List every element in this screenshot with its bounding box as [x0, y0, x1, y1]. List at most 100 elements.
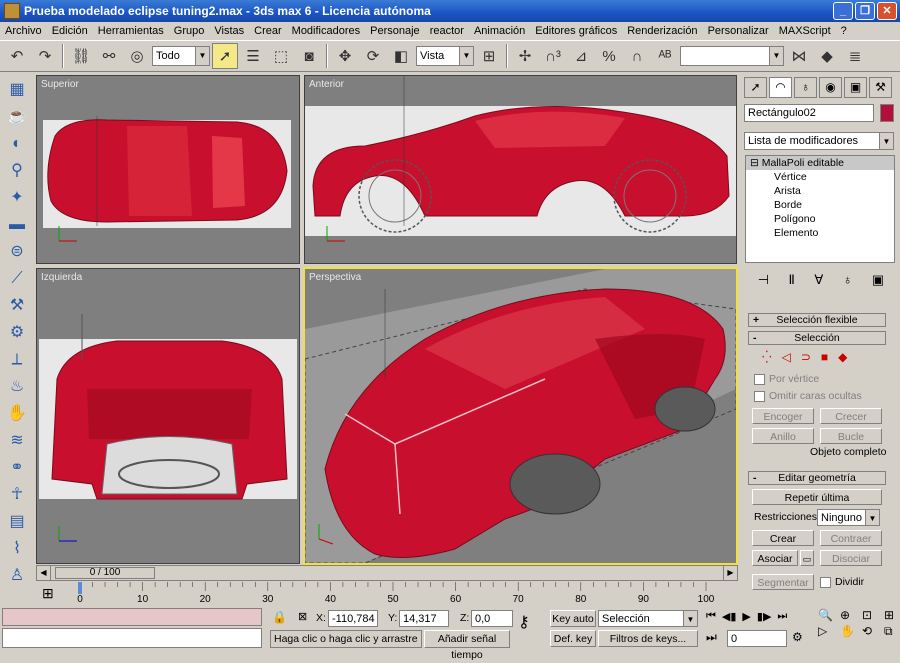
pivot-center-icon[interactable]: ⊞ — [476, 43, 502, 69]
track-bar[interactable]: 0 10 20 30 40 50 60 70 80 90 100 — [36, 582, 738, 605]
stack-subobject-edge[interactable]: Arista — [746, 184, 894, 198]
spinner-snap-icon[interactable]: ∩ — [624, 43, 650, 69]
restore-button[interactable]: ❐ — [855, 2, 875, 20]
rollout-selection[interactable]: - Selección — [748, 331, 886, 345]
attach-button[interactable]: Asociar — [752, 550, 798, 566]
z-coordinate-field[interactable]: 0,0 — [471, 610, 513, 627]
select-object-icon[interactable]: ➚ — [212, 43, 238, 69]
add-time-tag-button[interactable]: Añadir señal tiempo — [424, 630, 510, 661]
absolute-mode-icon[interactable]: ⊠ — [298, 610, 307, 623]
bone-icon[interactable]: ⟋ — [4, 267, 30, 291]
ignore-backfacing-checkbox[interactable]: Omitir caras ocultas — [754, 390, 862, 402]
helper-icon[interactable]: ⚒ — [4, 294, 30, 318]
time-slider[interactable]: ◀ 0 / 100 ▶ — [36, 565, 738, 581]
chevron-right-icon[interactable]: ▶ — [723, 566, 737, 580]
modifier-list-dropdown[interactable]: Lista de modificadores ▼ — [744, 132, 894, 150]
angle-snap-icon[interactable]: ⊿ — [568, 43, 594, 69]
maxscript-input-field[interactable] — [2, 628, 262, 648]
set-key-button[interactable]: Def. key — [550, 630, 596, 647]
show-end-result-icon[interactable]: Ⅱ — [789, 272, 795, 288]
create-tab-icon[interactable]: ➚ — [744, 77, 767, 98]
menu-herramientas[interactable]: Herramientas — [93, 22, 169, 40]
go-to-end-icon[interactable]: ⏭ — [777, 610, 787, 623]
zoom-all-icon[interactable]: ⊕ — [840, 608, 860, 622]
stack-subobject-vertex[interactable]: Vértice — [746, 170, 894, 184]
grow-button[interactable]: Crecer — [820, 408, 882, 424]
shrink-button[interactable]: Encoger — [752, 408, 814, 424]
menu-personalizar[interactable]: Personalizar — [703, 22, 774, 40]
key-filters-button[interactable]: Filtros de keys... — [598, 630, 698, 647]
menu-crear[interactable]: Crear — [249, 22, 287, 40]
time-config-icon[interactable]: ⚙ — [792, 630, 803, 644]
lock-icon[interactable]: 🔒 — [272, 610, 287, 624]
viewport-label-top[interactable]: Superior — [41, 79, 79, 90]
minimize-button[interactable]: _ — [833, 2, 853, 20]
arc-rotate-icon[interactable]: ⟲ — [862, 624, 882, 639]
menu-reactor[interactable]: reactor — [425, 22, 469, 40]
current-frame-field[interactable]: 0 — [727, 630, 787, 647]
x-coordinate-field[interactable]: -110,784 — [328, 610, 378, 627]
close-button[interactable]: ✕ — [877, 2, 897, 20]
menu-help[interactable]: ? — [836, 22, 852, 40]
key-mode-toggle-icon[interactable]: ⏭ — [706, 630, 717, 645]
vertex-icon[interactable]: ⁛ — [762, 350, 772, 364]
menu-edicion[interactable]: Edición — [47, 22, 93, 40]
y-coordinate-field[interactable]: 14,317 — [399, 610, 449, 627]
link-chain-icon[interactable]: ⚭ — [4, 456, 30, 480]
maxscript-listener-field[interactable] — [2, 608, 262, 626]
by-vertex-checkbox[interactable]: Por vértice — [754, 373, 819, 385]
rollout-soft-selection[interactable]: + Selección flexible — [748, 313, 886, 327]
redo-icon[interactable]: ↷ — [32, 43, 58, 69]
character-icon[interactable]: ♙ — [4, 564, 30, 588]
rotate-icon[interactable]: ⟳ — [360, 43, 386, 69]
menu-grupo[interactable]: Grupo — [169, 22, 210, 40]
viewport-top[interactable]: Superior — [36, 75, 300, 264]
element-icon[interactable]: ◆ — [838, 350, 847, 364]
zoom-icon[interactable]: 🔍 — [818, 608, 838, 622]
viewport-label-perspective[interactable]: Perspectiva — [309, 272, 361, 283]
teapot-icon[interactable]: ☕ — [4, 105, 30, 129]
snap-3d-icon[interactable]: ∩³ — [540, 43, 566, 69]
menu-personaje[interactable]: Personaje — [365, 22, 425, 40]
menu-renderizacion[interactable]: Renderización — [622, 22, 702, 40]
play-icon[interactable]: ▶ — [742, 610, 750, 623]
rectangular-selection-icon[interactable]: ⬚ — [268, 43, 294, 69]
viewport-label-front[interactable]: Anterior — [309, 79, 344, 90]
stack-subobject-border[interactable]: Borde — [746, 198, 894, 212]
star-icon[interactable]: ✦ — [4, 186, 30, 210]
utilities-tab-icon[interactable]: ⚒ — [869, 77, 892, 98]
window-crossing-icon[interactable]: ◙ — [296, 43, 322, 69]
viewport-front[interactable]: Anterior — [304, 75, 737, 264]
light-icon[interactable]: ⚲ — [4, 159, 30, 183]
named-selection-dropdown[interactable]: ▼ — [680, 46, 784, 66]
chevron-left-icon[interactable]: ◀ — [37, 566, 51, 580]
rollout-edit-geometry[interactable]: - Editar geometría — [748, 471, 886, 485]
menu-animacion[interactable]: Animación — [469, 22, 530, 40]
constraints-dropdown[interactable]: Ninguno ▼ — [817, 509, 880, 526]
go-to-start-icon[interactable]: ⏮ — [706, 610, 716, 623]
stack-subobject-element[interactable]: Elemento — [746, 226, 894, 240]
select-by-name-icon[interactable]: ☰ — [240, 43, 266, 69]
viewport-left[interactable]: Izquierda — [36, 268, 300, 564]
time-slider-thumb[interactable]: 0 / 100 — [55, 567, 155, 579]
stack-subobject-polygon[interactable]: Polígono — [746, 212, 894, 226]
mini-curve-editor-icon[interactable]: ⊞ — [42, 585, 54, 602]
menu-archivo[interactable]: Archivo — [0, 22, 47, 40]
menu-vistas[interactable]: Vistas — [209, 22, 249, 40]
cylinder-icon[interactable]: ⊜ — [4, 240, 30, 264]
cloth-icon[interactable]: ▤ — [4, 510, 30, 534]
display-tab-icon[interactable]: ▣ — [844, 77, 867, 98]
manipulate-icon[interactable]: ✢ — [512, 43, 538, 69]
menu-modificadores[interactable]: Modificadores — [287, 22, 365, 40]
ring-button[interactable]: Anillo — [752, 428, 814, 444]
sphere-icon[interactable]: ◐ — [4, 132, 30, 156]
link-icon[interactable]: ⛓ — [68, 43, 94, 69]
next-frame-icon[interactable]: ▮▶ — [757, 610, 772, 623]
crane-icon[interactable]: ⟂ — [4, 348, 30, 372]
undo-icon[interactable]: ↶ — [4, 43, 30, 69]
layer-manager-icon[interactable]: ≣ — [842, 43, 868, 69]
menu-maxscript[interactable]: MAXScript — [774, 22, 836, 40]
previous-frame-icon[interactable]: ◀▮ — [722, 610, 737, 623]
create-box-icon[interactable]: ▦ — [4, 78, 30, 102]
maximize-viewport-icon[interactable]: ⧉ — [884, 624, 900, 639]
